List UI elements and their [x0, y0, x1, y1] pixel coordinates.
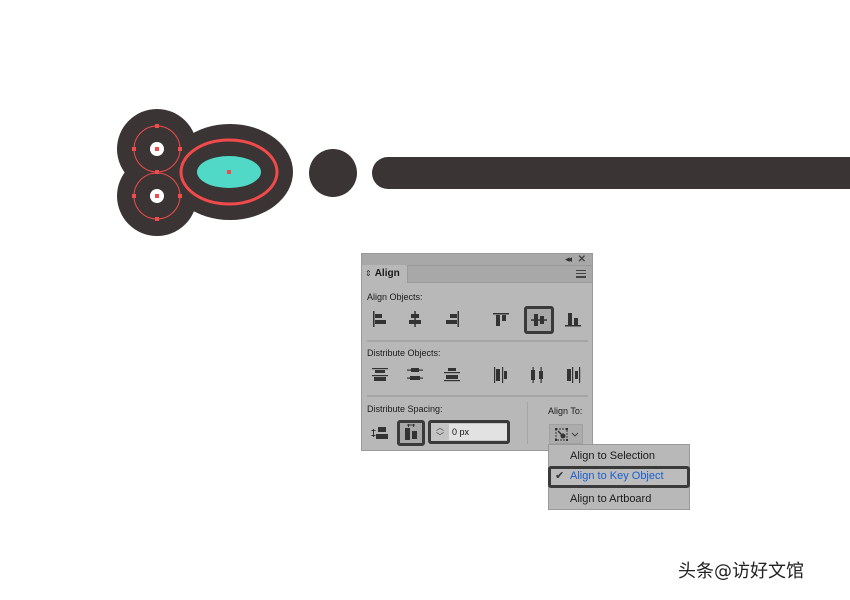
horizontal-distribute-left-icon [494, 367, 507, 383]
vertical-align-top-button[interactable] [489, 308, 513, 330]
vertical-distribute-top-button[interactable] [368, 364, 392, 386]
lower-center-point [155, 194, 159, 198]
spacing-value-stepper[interactable]: ︿ ﹀ [428, 420, 510, 444]
anchor-point[interactable] [155, 124, 159, 128]
menu-item-label: Align to Selection [570, 450, 655, 462]
collapse-icon[interactable]: ◂◂ [565, 254, 572, 265]
section-divider [367, 395, 588, 397]
align-objects-label: Align Objects: [367, 292, 423, 302]
vertical-align-bottom-button[interactable] [561, 308, 585, 330]
horizontal-align-right-button[interactable] [440, 308, 464, 330]
tab-expand-icon: ⇕ [365, 269, 372, 278]
panel-menu-icon[interactable] [576, 270, 586, 278]
vertical-align-bottom-icon [565, 313, 581, 327]
artboard-canvas [117, 109, 850, 236]
vertical-distribute-center-button[interactable] [403, 364, 427, 386]
align-to-label: Align To: [548, 406, 583, 416]
panel-tab-row: ⇕ Align [362, 265, 592, 283]
vertical-distribute-space-icon [371, 427, 388, 439]
vertical-align-center-button[interactable] [524, 306, 554, 334]
anchor-point[interactable] [178, 194, 182, 198]
distribute-spacing-label: Distribute Spacing: [367, 404, 443, 414]
anchor-point[interactable] [132, 147, 136, 151]
center-point [227, 170, 231, 174]
horizontal-align-left-icon [373, 311, 386, 327]
horizontal-distribute-space-button[interactable] [397, 420, 425, 446]
dark-rounded-bar[interactable] [372, 157, 850, 189]
vertical-distribute-bottom-icon [444, 368, 460, 382]
spacing-value-input[interactable] [449, 424, 507, 440]
section-divider [367, 340, 588, 342]
horizontal-align-center-icon [409, 311, 421, 327]
stepper-arrows-icon[interactable]: ︿ ﹀ [433, 423, 447, 441]
watermark-text: 头条@访好文馆 [678, 561, 804, 582]
tab-align-label: Align [374, 268, 400, 279]
menu-item-align-to-artboard[interactable]: Align to Artboard [549, 489, 689, 509]
dark-round-dot[interactable] [309, 149, 357, 197]
align-panel: ◂◂ ✕ ⇕ Align Align Objects: Distribute Ob… [361, 253, 593, 451]
close-icon[interactable]: ✕ [578, 254, 586, 265]
horizontal-distribute-right-button[interactable] [561, 364, 585, 386]
horizontal-align-left-button[interactable] [368, 308, 392, 330]
horizontal-distribute-center-button[interactable] [525, 364, 549, 386]
anchor-point[interactable] [178, 147, 182, 151]
horizontal-align-center-button[interactable] [403, 308, 427, 330]
anchor-point[interactable] [132, 194, 136, 198]
vertical-align-top-icon [493, 313, 509, 326]
illustration-group[interactable] [117, 109, 293, 236]
horizontal-align-right-icon [446, 311, 459, 327]
menu-item-align-to-key-object[interactable]: ✔ Align to Key Object [548, 466, 690, 488]
vertical-divider [527, 402, 528, 444]
vertical-distribute-bottom-button[interactable] [440, 364, 464, 386]
align-to-dropdown-menu: Align to Selection ✔ Align to Key Object… [548, 444, 690, 510]
horizontal-distribute-center-icon [531, 367, 543, 383]
vertical-distribute-space-button[interactable] [368, 422, 392, 444]
horizontal-distribute-right-icon [567, 367, 581, 383]
anchor-point[interactable] [155, 217, 159, 221]
align-to-key-object-icon [555, 428, 579, 441]
upper-center-point [155, 147, 159, 151]
menu-item-label: Align to Key Object [570, 470, 664, 482]
vertical-distribute-center-icon [407, 368, 423, 380]
tab-align[interactable]: ⇕ Align [362, 265, 408, 283]
menu-item-align-to-selection[interactable]: Align to Selection [549, 446, 689, 466]
horizontal-distribute-left-button[interactable] [489, 364, 513, 386]
align-to-dropdown-button[interactable] [549, 424, 583, 444]
checkmark-icon: ✔ [555, 470, 565, 482]
horizontal-distribute-space-icon [405, 424, 417, 440]
distribute-objects-label: Distribute Objects: [367, 348, 441, 358]
vertical-distribute-top-icon [372, 368, 388, 381]
vertical-align-center-icon [531, 314, 547, 326]
menu-item-label: Align to Artboard [570, 493, 652, 505]
